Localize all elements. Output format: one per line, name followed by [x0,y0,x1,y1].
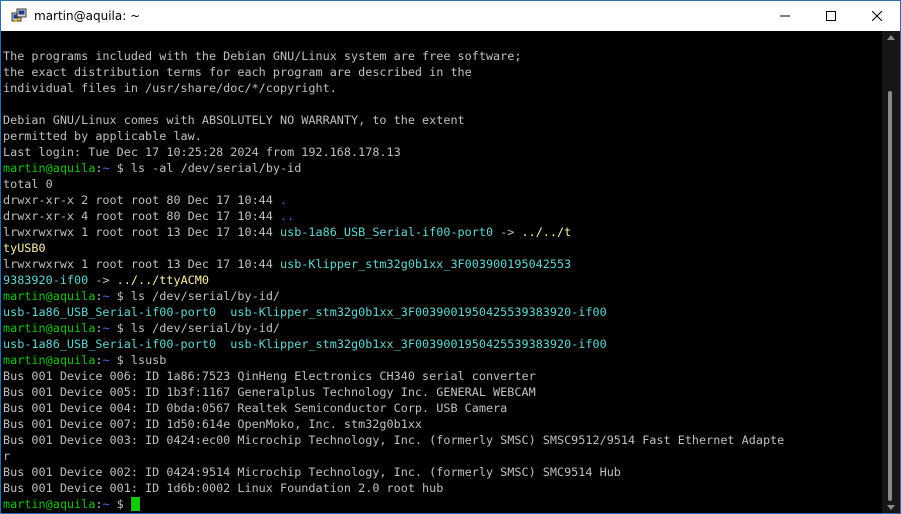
text-cursor [130,497,140,511]
ls-entry-info: drwxr-xr-x 2 root root 80 Dec 17 10:44 [3,193,280,207]
prompt-line: martin@aquila:~ $ ls /dev/serial/by-id/ [1,288,881,304]
motd-line: The programs included with the Debian GN… [3,49,522,63]
prompt-user: martin@aquila [3,497,96,511]
symlink-name: usb-Klipper_stm32g0b1xx_3F00390019504255… [230,337,607,351]
last-login-line: Last login: Tue Dec 17 10:25:28 2024 fro… [3,145,401,159]
prompt-path: ~ [102,353,110,367]
terminal-output[interactable]: The programs included with the Debian GN… [1,31,881,513]
output-line: drwxr-xr-x 2 root root 80 Dec 17 10:44 . [1,192,881,208]
chevron-up-icon [887,34,895,40]
prompt-symbol: $ [109,353,131,367]
maximize-button[interactable] [808,1,854,31]
motd-line: Debian GNU/Linux comes with ABSOLUTELY N… [3,113,465,127]
lsusb-line: Bus 001 Device 001: ID 1d6b:0002 Linux F… [3,481,444,495]
symlink-name: usb-1a86_USB_Serial-if00-port0 [3,305,217,319]
scroll-down-arrow[interactable] [882,501,900,513]
lsusb-line: r [3,449,11,463]
lsusb-line: Bus 001 Device 003: ID 0424:ec00 Microch… [3,433,785,447]
prompt-line: martin@aquila:~ $ ls -al /dev/serial/by-… [1,160,881,176]
motd-line [1,96,881,112]
window-title: martin@aquila: ~ [34,9,141,23]
prompt-symbol: $ [109,161,131,175]
maximize-icon [826,11,836,21]
ls-entry-info: lrwxrwxrwx 1 root root 13 Dec 17 10:44 [3,225,280,239]
scroll-up-arrow[interactable] [882,31,900,43]
symlink-name: usb-1a86_USB_Serial-if00-port0 [3,337,217,351]
motd-line: the exact distribution terms for each pr… [3,65,472,79]
prompt-symbol: $ [109,321,131,335]
ls-entry-info: drwxr-xr-x 4 root root 80 Dec 17 10:44 [3,209,280,223]
output-line: lrwxrwxrwx 1 root root 13 Dec 17 10:44 u… [1,224,881,240]
prompt-user: martin@aquila [3,289,96,303]
symlink-target: ../../t [521,225,572,239]
output-line: total 0 [3,177,53,191]
lsusb-line: Bus 001 Device 007: ID 1d50:614e OpenMok… [3,417,423,431]
output-line: usb-1a86_USB_Serial-if00-port0 usb-Klipp… [1,336,881,352]
window-controls [762,1,900,31]
output-line: drwxr-xr-x 4 root root 80 Dec 17 10:44 .… [1,208,881,224]
output-line: 9383920-if00 -> ../../ttyACM0 [1,272,881,288]
ls-entry-info: lrwxrwxrwx 1 root root 13 Dec 17 10:44 [3,257,280,271]
prompt-user: martin@aquila [3,353,96,367]
close-button[interactable] [854,1,900,31]
symlink-arrow: -> [493,225,522,239]
prompt-path: ~ [102,321,110,335]
prompt-path: ~ [102,497,110,511]
symlink-arrow: -> [88,273,117,287]
command-text: ls /dev/serial/by-id/ [130,321,281,335]
terminal-window: martin@aquila: ~ The programs included w… [0,0,901,514]
prompt-symbol: $ [109,497,131,511]
prompt-symbol: $ [109,289,131,303]
motd-line: individual files in /usr/share/doc/*/cop… [3,81,337,95]
prompt-path: ~ [102,161,110,175]
lsusb-line: Bus 001 Device 002: ID 0424:9514 Microch… [3,465,621,479]
command-text: ls /dev/serial/by-id/ [130,289,281,303]
minimize-icon [780,15,790,17]
chevron-down-icon [887,504,895,510]
lsusb-line: Bus 001 Device 004: ID 0bda:0567 Realtek… [3,401,508,415]
scrollbar-thumb[interactable] [888,91,892,501]
symlink-name: usb-1a86_USB_Serial-if00-port0 [280,225,494,239]
title-bar[interactable]: martin@aquila: ~ [1,1,900,31]
output-line: tyUSB0 [1,240,881,256]
output-line: usb-1a86_USB_Serial-if00-port0 usb-Klipp… [1,304,881,320]
symlink-name: 9383920-if00 [3,273,89,287]
putty-icon[interactable] [11,8,27,24]
prompt-user: martin@aquila [3,161,96,175]
symlink-name: usb-Klipper_stm32g0b1xx_3F00390019504255… [230,305,607,319]
motd-line: permitted by applicable law. [3,129,202,143]
command-text: ls -al /dev/serial/by-id [130,161,302,175]
output-line: lrwxrwxrwx 1 root root 13 Dec 17 10:44 u… [1,256,881,272]
prompt-path: ~ [102,289,110,303]
minimize-button[interactable] [762,1,808,31]
dir-name: .. [280,209,295,223]
prompt-line[interactable]: martin@aquila:~ $ [1,496,881,512]
command-text: lsusb [130,353,167,367]
vertical-scrollbar[interactable] [882,31,900,513]
symlink-name: usb-Klipper_stm32g0b1xx_3F00390019504255… [280,257,572,271]
prompt-line: martin@aquila:~ $ lsusb [1,352,881,368]
symlink-target: tyUSB0 [3,241,46,255]
dir-name: . [280,193,288,207]
lsusb-line: Bus 001 Device 006: ID 1a86:7523 QinHeng… [3,369,536,383]
close-icon [872,11,882,21]
lsusb-line: Bus 001 Device 005: ID 1b3f:1167 General… [3,385,536,399]
prompt-user: martin@aquila [3,321,96,335]
prompt-line: martin@aquila:~ $ ls /dev/serial/by-id/ [1,320,881,336]
symlink-target: ../../ttyACM0 [116,273,209,287]
